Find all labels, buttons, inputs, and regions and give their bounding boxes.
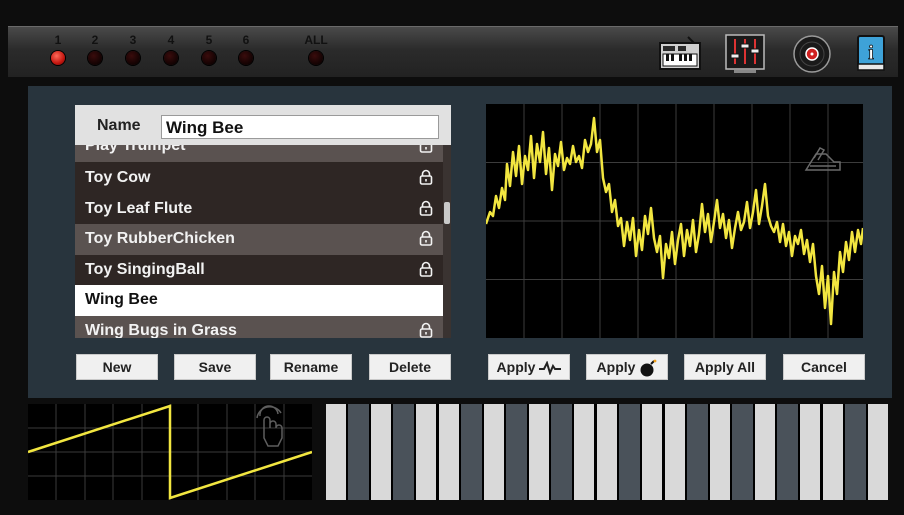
- channel-6[interactable]: 6: [234, 33, 258, 65]
- name-label: Name: [97, 117, 141, 134]
- save-button[interactable]: Save: [174, 354, 256, 380]
- pulse-icon: [539, 360, 562, 377]
- list-item[interactable]: Toy Cow: [75, 163, 443, 194]
- list-item[interactable]: Wing Bugs in Grass: [75, 315, 443, 339]
- channel-label: 2: [91, 33, 99, 47]
- lock-icon: [419, 230, 433, 251]
- list-item[interactable]: Toy RubberChicken: [75, 224, 443, 255]
- waveform-display: [486, 104, 863, 338]
- top-toolbar: 1 2 3 4 5 6 ALL i: [8, 26, 898, 77]
- lfo-display[interactable]: [27, 404, 313, 500]
- vinyl-record-icon[interactable]: [792, 34, 832, 74]
- list-item-label: Wing Bee: [85, 291, 158, 308]
- list-item-label: Wing Bugs in Grass: [85, 321, 237, 339]
- channel-led: [88, 51, 102, 65]
- channel-5[interactable]: 5: [197, 33, 221, 65]
- piano-keyboard[interactable]: [326, 404, 888, 500]
- channel-led-on: [51, 51, 65, 65]
- list-item-label: Toy Leaf Flute: [85, 199, 193, 217]
- svg-text:i: i: [868, 42, 874, 64]
- name-bar: Name Wing Bee: [75, 105, 451, 145]
- channel-label: 6: [242, 33, 250, 47]
- synth-app: 1 2 3 4 5 6 ALL i Name Wing Bee Play Tru…: [0, 0, 904, 515]
- list-item[interactable]: Play Trumpet: [75, 145, 443, 162]
- channel-all[interactable]: ALL: [296, 33, 336, 65]
- apply-wave-button[interactable]: Apply: [488, 354, 570, 380]
- apply-wave-label: Apply: [496, 359, 536, 375]
- lock-icon: [419, 261, 433, 282]
- channel-led: [202, 51, 216, 65]
- list-scrollbar[interactable]: [443, 145, 451, 338]
- list-item-label: Toy Cow: [85, 169, 151, 186]
- preset-list-panel: Name Wing Bee Play Trumpet Toy Cow Toy L…: [75, 105, 451, 338]
- channel-led: [309, 51, 323, 65]
- list-item-label: Toy RubberChicken: [85, 230, 235, 247]
- list-item-selected[interactable]: Wing Bee: [75, 285, 443, 316]
- touch-hand-icon: [256, 405, 283, 447]
- channel-led: [164, 51, 178, 65]
- list-item-label: Play Trumpet: [85, 145, 186, 154]
- apply-effect-label: Apply: [596, 359, 636, 375]
- rename-button[interactable]: Rename: [270, 354, 352, 380]
- channel-label: 1: [54, 33, 62, 47]
- preset-panel: Name Wing Bee Play Trumpet Toy Cow Toy L…: [28, 86, 892, 398]
- sawtooth-graph: [27, 404, 313, 500]
- list-item[interactable]: Toy SingingBall: [75, 254, 443, 285]
- cancel-button[interactable]: Cancel: [783, 354, 865, 380]
- channel-led: [126, 51, 140, 65]
- delete-button[interactable]: Delete: [369, 354, 451, 380]
- lock-icon: [419, 169, 433, 190]
- list-item-label: Toy SingingBall: [85, 260, 205, 278]
- channel-4[interactable]: 4: [159, 33, 183, 65]
- new-button[interactable]: New: [76, 354, 158, 380]
- channel-label: 3: [129, 33, 137, 47]
- piano-keys[interactable]: [326, 404, 888, 500]
- preset-name-input[interactable]: Wing Bee: [161, 115, 439, 139]
- keyboard-icon[interactable]: [658, 34, 702, 70]
- channel-led: [239, 51, 253, 65]
- apply-effect-button[interactable]: Apply: [586, 354, 668, 380]
- channel-2[interactable]: 2: [83, 33, 107, 65]
- waveform-graph: [486, 104, 863, 338]
- channel-1[interactable]: 1: [46, 33, 70, 65]
- apply-all-button[interactable]: Apply All: [684, 354, 766, 380]
- lock-icon: [419, 322, 433, 339]
- scrollbar-thumb[interactable]: [444, 202, 450, 224]
- channel-3[interactable]: 3: [121, 33, 145, 65]
- channel-label: ALL: [304, 33, 328, 47]
- preset-list[interactable]: Play Trumpet Toy Cow Toy Leaf Flute Toy …: [75, 145, 443, 338]
- channel-label: 4: [167, 33, 175, 47]
- mixer-icon[interactable]: [724, 34, 768, 74]
- lock-icon: [419, 145, 433, 158]
- lock-icon: [419, 200, 433, 221]
- hand-piano-icon: [804, 147, 841, 171]
- list-item[interactable]: Toy Leaf Flute: [75, 193, 443, 224]
- channel-label: 5: [205, 33, 213, 47]
- info-book-icon[interactable]: i: [854, 34, 890, 74]
- bomb-icon: [640, 359, 657, 377]
